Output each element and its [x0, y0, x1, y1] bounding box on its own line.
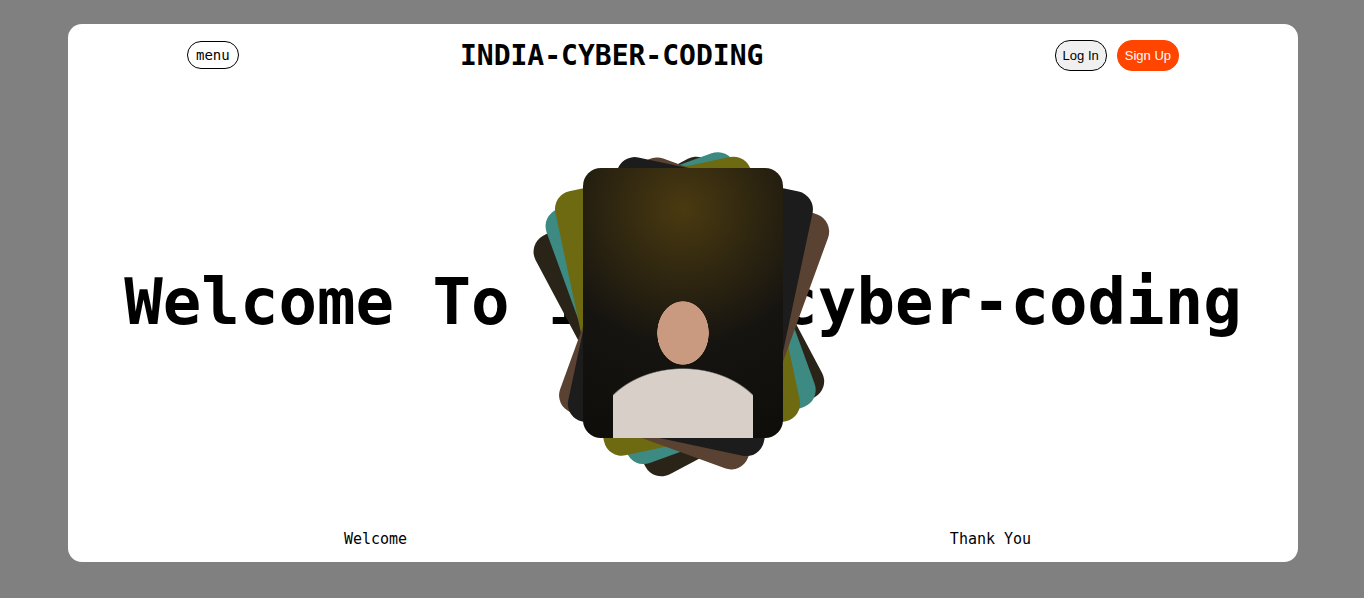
- signup-button[interactable]: Sign Up: [1117, 40, 1179, 71]
- person-figure: [613, 288, 753, 438]
- hero: Welcome To india-cyber-coding: [68, 78, 1298, 526]
- footer-text: Thank You: [683, 530, 1298, 548]
- site-title: INDIA-CYBER-CODING: [460, 39, 763, 72]
- photo-card[interactable]: [583, 168, 783, 438]
- footer: WelcomeThank You: [68, 526, 1298, 562]
- footer-text: Welcome: [68, 530, 683, 548]
- login-button[interactable]: Log In: [1055, 40, 1107, 71]
- header: menu INDIA-CYBER-CODING Log In Sign Up: [68, 24, 1298, 78]
- menu-button[interactable]: menu: [187, 41, 239, 69]
- auth-buttons: Log In Sign Up: [1055, 40, 1179, 71]
- photo-stack[interactable]: [583, 168, 783, 438]
- page: menu INDIA-CYBER-CODING Log In Sign Up Welco…: [0, 0, 1364, 598]
- main-card: menu INDIA-CYBER-CODING Log In Sign Up Welco…: [68, 24, 1298, 562]
